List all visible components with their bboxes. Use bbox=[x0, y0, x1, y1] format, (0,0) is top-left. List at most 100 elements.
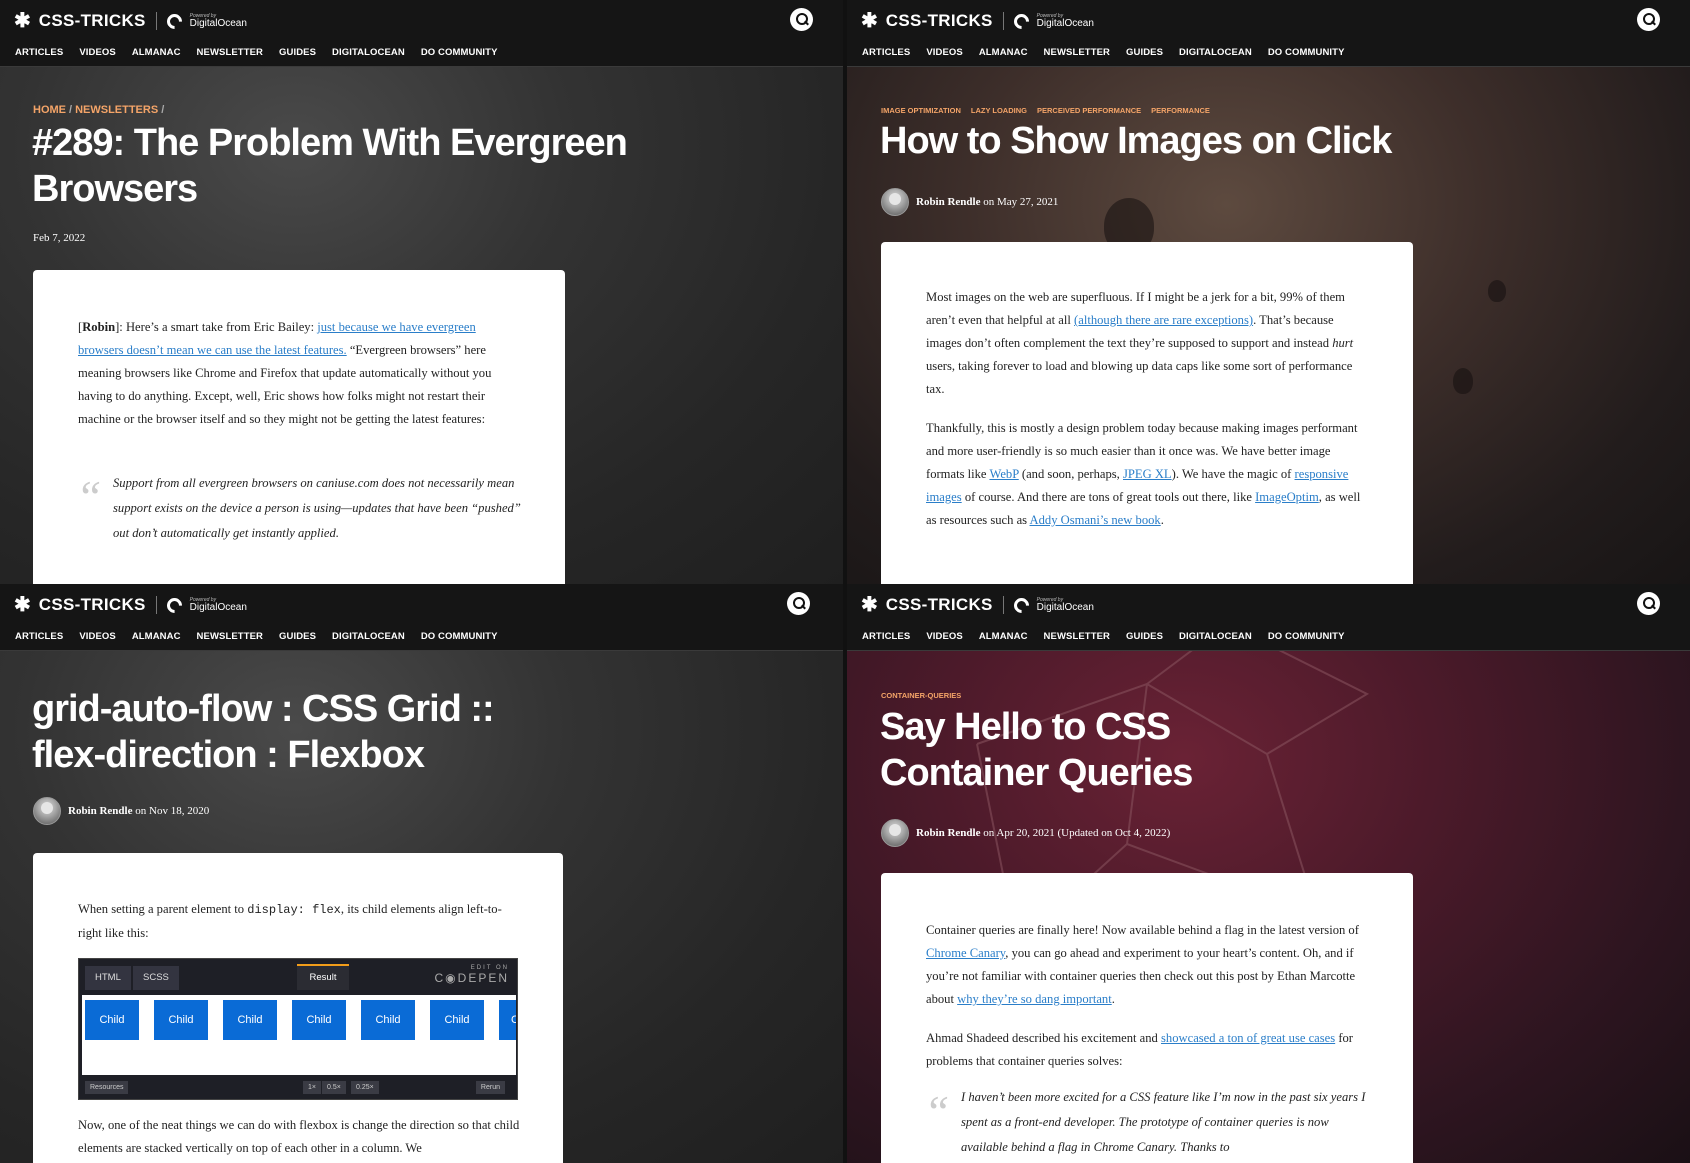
breadcrumb-home[interactable]: HOME bbox=[33, 104, 66, 116]
nav-articles[interactable]: ARTICLES bbox=[862, 631, 910, 642]
inline-link[interactable]: (although there are rare exceptions) bbox=[1074, 313, 1253, 327]
digitalocean-icon bbox=[163, 10, 185, 32]
page-title: How to Show Images on Click bbox=[880, 120, 1392, 162]
nav-do-community[interactable]: DO COMMUNITY bbox=[1268, 47, 1345, 58]
tag-container-queries[interactable]: CONTAINER-QUERIES bbox=[881, 691, 961, 700]
nav-newsletter[interactable]: NEWSLETTER bbox=[197, 47, 263, 58]
author-name[interactable]: Robin Rendle bbox=[916, 827, 981, 839]
sponsor-name: DigitalOcean bbox=[1036, 17, 1094, 29]
panel-container-queries: ✱ CSS-TRICKS Powered by DigitalOcean ARTI… bbox=[847, 584, 1690, 1163]
nav-almanac[interactable]: ALMANAC bbox=[132, 631, 181, 642]
nav-do-community[interactable]: DO COMMUNITY bbox=[1268, 631, 1345, 642]
search-icon[interactable] bbox=[1637, 8, 1660, 31]
nav-digitalocean[interactable]: DIGITALOCEAN bbox=[332, 631, 405, 642]
quote-mark-icon: “ bbox=[76, 471, 102, 522]
tag-list: CONTAINER-QUERIES bbox=[881, 691, 961, 700]
paragraph: When setting a parent element to display… bbox=[78, 902, 502, 940]
sponsor-name: DigitalOcean bbox=[189, 601, 247, 613]
flex-child-box: Child bbox=[85, 1000, 139, 1040]
main-nav: ARTICLES VIDEOS ALMANAC NEWSLETTER GUIDE… bbox=[15, 47, 498, 58]
tab-html[interactable]: HTML bbox=[85, 966, 131, 990]
nav-newsletter[interactable]: NEWSLETTER bbox=[1044, 631, 1110, 642]
tab-result[interactable]: Result bbox=[297, 964, 349, 990]
nav-newsletter[interactable]: NEWSLETTER bbox=[1044, 47, 1110, 58]
nav-almanac[interactable]: ALMANAC bbox=[979, 47, 1028, 58]
quote-mark-icon: “ bbox=[924, 1086, 950, 1137]
page-title: grid-auto-flow : CSS Grid :: flex-direct… bbox=[32, 686, 495, 778]
title-line: #289: The Problem With Evergreen bbox=[32, 122, 628, 164]
link-why-important[interactable]: why they’re so dang important bbox=[957, 992, 1112, 1006]
avatar bbox=[881, 188, 909, 216]
nav-videos[interactable]: VIDEOS bbox=[926, 47, 963, 58]
tag-perceived-performance[interactable]: PERCEIVED PERFORMANCE bbox=[1037, 106, 1141, 115]
tag-performance[interactable]: PERFORMANCE bbox=[1151, 106, 1210, 115]
codepen-logo: C◉DEPEN bbox=[434, 971, 509, 985]
search-icon[interactable] bbox=[790, 8, 813, 31]
panel-images-on-click: ✱ CSS-TRICKS Powered by DigitalOcean ARTI… bbox=[847, 0, 1690, 584]
tag-lazy-loading[interactable]: LAZY LOADING bbox=[971, 106, 1027, 115]
zoom-1x-button[interactable]: 1× bbox=[303, 1081, 321, 1094]
codepen-brand[interactable]: EDIT ON C◉DEPEN bbox=[435, 965, 509, 985]
link-webp[interactable]: WebP bbox=[989, 467, 1018, 481]
site-logo[interactable]: ✱ CSS-TRICKS Powered by DigitalOcean bbox=[861, 594, 1094, 616]
nav-digitalocean[interactable]: DIGITALOCEAN bbox=[332, 47, 405, 58]
search-icon[interactable] bbox=[787, 592, 810, 615]
codepen-result-frame: Child Child Child Child Child Child C bbox=[82, 995, 516, 1075]
link-use-cases[interactable]: showcased a ton of great use cases bbox=[1161, 1031, 1335, 1045]
nav-articles[interactable]: ARTICLES bbox=[15, 631, 63, 642]
title-line: Browsers bbox=[32, 168, 198, 210]
star-icon: ✱ bbox=[861, 594, 878, 616]
nav-articles[interactable]: ARTICLES bbox=[862, 47, 910, 58]
inline-code: display: flex bbox=[247, 903, 341, 917]
nav-videos[interactable]: VIDEOS bbox=[79, 631, 116, 642]
breadcrumb-newsletters[interactable]: NEWSLETTERS bbox=[75, 104, 158, 116]
main-nav: ARTICLES VIDEOS ALMANAC NEWSLETTER GUIDE… bbox=[862, 631, 1345, 642]
site-logo[interactable]: ✱ CSS-TRICKS Powered by DigitalOcean bbox=[14, 594, 247, 616]
breadcrumb-separator: / bbox=[161, 104, 165, 116]
rerun-button[interactable]: Rerun bbox=[475, 1081, 505, 1094]
link-chrome-canary[interactable]: Chrome Canary bbox=[926, 946, 1005, 960]
nav-newsletter[interactable]: NEWSLETTER bbox=[197, 631, 263, 642]
byline: Robin Rendle on Apr 20, 2021 (Updated on… bbox=[881, 819, 1170, 847]
link-osmani-book[interactable]: Addy Osmani’s new book bbox=[1030, 513, 1161, 527]
nav-articles[interactable]: ARTICLES bbox=[15, 47, 63, 58]
tag-list: IMAGE OPTIMIZATION LAZY LOADING PERCEIVE… bbox=[881, 106, 1210, 115]
paragraph: Most images on the web are superfluous. … bbox=[926, 290, 1354, 396]
sponsor-name: DigitalOcean bbox=[189, 17, 247, 29]
site-logo[interactable]: ✱ CSS-TRICKS Powered by DigitalOcean bbox=[14, 10, 247, 32]
blockquote: Support from all evergreen browsers on c… bbox=[113, 476, 521, 540]
zoom-025x-button[interactable]: 0.25× bbox=[351, 1081, 379, 1094]
nav-videos[interactable]: VIDEOS bbox=[926, 631, 963, 642]
tag-image-optimization[interactable]: IMAGE OPTIMIZATION bbox=[881, 106, 961, 115]
author-name[interactable]: Robin Rendle bbox=[916, 196, 981, 208]
title-line: Container Queries bbox=[880, 752, 1193, 794]
nav-guides[interactable]: GUIDES bbox=[1126, 631, 1163, 642]
panel-evergreen-browsers: ✱ CSS-TRICKS Powered by DigitalOcean ARTI… bbox=[0, 0, 843, 584]
logo-divider bbox=[1002, 596, 1004, 614]
nav-do-community[interactable]: DO COMMUNITY bbox=[421, 47, 498, 58]
nav-videos[interactable]: VIDEOS bbox=[79, 47, 116, 58]
nav-guides[interactable]: GUIDES bbox=[279, 47, 316, 58]
flex-child-box: Child bbox=[223, 1000, 277, 1040]
site-logo[interactable]: ✱ CSS-TRICKS Powered by DigitalOcean bbox=[861, 10, 1094, 32]
post-date: Feb 7, 2022 bbox=[33, 232, 86, 244]
codepen-embed: HTML SCSS Result EDIT ON C◉DEPEN Child C… bbox=[78, 958, 518, 1100]
nav-guides[interactable]: GUIDES bbox=[279, 631, 316, 642]
nav-almanac[interactable]: ALMANAC bbox=[132, 47, 181, 58]
nav-do-community[interactable]: DO COMMUNITY bbox=[421, 631, 498, 642]
logo-text: CSS-TRICKS bbox=[885, 595, 993, 614]
article-body: Most images on the web are superfluous. … bbox=[926, 286, 1370, 548]
tab-scss[interactable]: SCSS bbox=[133, 966, 179, 990]
nav-guides[interactable]: GUIDES bbox=[1126, 47, 1163, 58]
resources-button[interactable]: Resources bbox=[85, 1081, 129, 1094]
nav-almanac[interactable]: ALMANAC bbox=[979, 631, 1028, 642]
zoom-05x-button[interactable]: 0.5× bbox=[322, 1081, 346, 1094]
nav-digitalocean[interactable]: DIGITALOCEAN bbox=[1179, 47, 1252, 58]
avatar bbox=[33, 797, 61, 825]
nav-digitalocean[interactable]: DIGITALOCEAN bbox=[1179, 631, 1252, 642]
author-name[interactable]: Robin Rendle bbox=[68, 805, 133, 817]
link-jpeg-xl[interactable]: JPEG XL bbox=[1123, 467, 1172, 481]
search-icon[interactable] bbox=[1637, 592, 1660, 615]
main-nav: ARTICLES VIDEOS ALMANAC NEWSLETTER GUIDE… bbox=[862, 47, 1345, 58]
link-imageoptim[interactable]: ImageOptim bbox=[1255, 490, 1319, 504]
